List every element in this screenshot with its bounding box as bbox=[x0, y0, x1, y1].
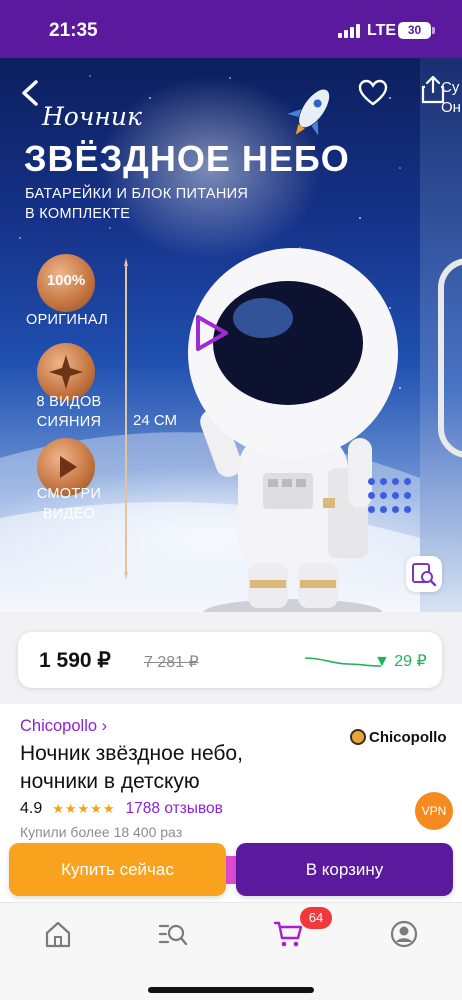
cart-icon[interactable] bbox=[273, 919, 303, 949]
rating-value: 4.9 bbox=[20, 800, 43, 817]
badge-label-shine-line2: СИЯНИЯ bbox=[36, 414, 102, 430]
signal-icon bbox=[338, 24, 362, 38]
badge-label-shine-line1: 8 ВИДОВ bbox=[36, 394, 102, 410]
brand-logo-icon bbox=[350, 729, 366, 745]
share-label-line1: Су bbox=[441, 79, 460, 96]
bought-count: Купили более 18 400 раз bbox=[20, 824, 183, 840]
product-info: Chicopollo › Chicopollo Ночник звёздное … bbox=[0, 704, 462, 902]
badge-label-video[interactable]: СМОТРИ ВИДЕО bbox=[24, 484, 114, 524]
image-search-icon bbox=[412, 563, 437, 587]
favorite-heart-icon[interactable] bbox=[358, 78, 388, 108]
battery-icon: 30 bbox=[398, 22, 431, 39]
rating-stars-icon: ★★★★★ bbox=[52, 801, 116, 816]
product-title: Ночник звёздное небо, ночники в детскую bbox=[20, 740, 340, 796]
cart-count-badge: 64 bbox=[300, 907, 332, 929]
status-bar: 21:35 LTE 30 bbox=[0, 0, 462, 58]
share-label: Су Он bbox=[441, 78, 461, 118]
home-icon[interactable] bbox=[43, 919, 73, 949]
bottom-navigation: 64 bbox=[0, 902, 462, 1000]
vpn-badge[interactable]: VPN bbox=[415, 792, 453, 830]
battery-tip bbox=[432, 27, 435, 34]
share-label-line2: Он bbox=[441, 99, 461, 116]
network-type: LTE bbox=[367, 22, 397, 39]
badge-label-video-line1: СМОТРИ bbox=[36, 486, 102, 502]
next-image-preview[interactable] bbox=[420, 58, 462, 612]
brand-logo-text: Chicopollo bbox=[369, 728, 447, 746]
rocket-icon bbox=[287, 89, 330, 136]
price-section: 1 590 ₽ 7 281 ₽ ▼ 29 ₽ bbox=[0, 612, 462, 704]
old-price: 7 281 ₽ bbox=[144, 654, 199, 671]
play-video-icon[interactable] bbox=[190, 313, 230, 353]
back-icon[interactable] bbox=[16, 78, 46, 108]
laurel-100-badge-icon: 100% bbox=[37, 254, 95, 312]
price-card[interactable]: 1 590 ₽ 7 281 ₽ ▼ 29 ₽ bbox=[18, 632, 442, 688]
product-title-line1: Ночник звёздное небо, bbox=[20, 742, 243, 765]
current-price: 1 590 ₽ bbox=[39, 649, 111, 672]
profile-icon[interactable] bbox=[389, 919, 419, 949]
height-ruler-icon bbox=[124, 258, 128, 580]
badge-label-video-line2: ВИДЕО bbox=[42, 506, 96, 522]
buy-now-button[interactable]: Купить сейчас bbox=[9, 843, 226, 896]
hero-subtitle-line1: БАТАРЕЙКИ И БЛОК ПИТАНИЯ bbox=[25, 186, 249, 202]
badge-label-original: ОРИГИНАЛ bbox=[25, 312, 109, 328]
price-trend-icon bbox=[304, 657, 382, 667]
image-search-button[interactable] bbox=[406, 556, 442, 592]
hero-script-title: Ночник bbox=[42, 102, 142, 131]
price-drop: ▼ 29 ₽ bbox=[374, 653, 427, 670]
brand-logo[interactable]: Chicopollo bbox=[350, 726, 447, 748]
product-screen: 21:35 LTE 30 Ночник ЗВЁЗДНОЕ НЕБО БАТАРЕ… bbox=[0, 0, 462, 1000]
home-indicator bbox=[148, 987, 314, 993]
status-time: 21:35 bbox=[49, 20, 98, 41]
badge-label-shine: 8 ВИДОВ СИЯНИЯ bbox=[24, 392, 114, 432]
brand-link[interactable]: Chicopollo › bbox=[20, 717, 107, 736]
decorative-dots bbox=[368, 478, 420, 518]
rating-row: 4.9 ★★★★★ 1788 отзывов bbox=[20, 800, 223, 818]
reviews-link[interactable]: 1788 отзывов bbox=[126, 800, 223, 818]
astronaut-image bbox=[188, 248, 398, 612]
next-image-shape bbox=[438, 258, 462, 458]
badge-100-text: 100% bbox=[46, 272, 86, 289]
product-image-carousel[interactable]: Ночник ЗВЁЗДНОЕ НЕБО БАТАРЕЙКИ И БЛОК ПИ… bbox=[0, 58, 420, 612]
hero-title: ЗВЁЗДНОЕ НЕБО bbox=[24, 138, 350, 179]
product-title-line2: ночники в детскую bbox=[20, 770, 200, 793]
catalog-search-icon[interactable] bbox=[158, 919, 188, 949]
hidden-element-peek bbox=[226, 856, 236, 884]
add-to-cart-button[interactable]: В корзину bbox=[236, 843, 453, 896]
